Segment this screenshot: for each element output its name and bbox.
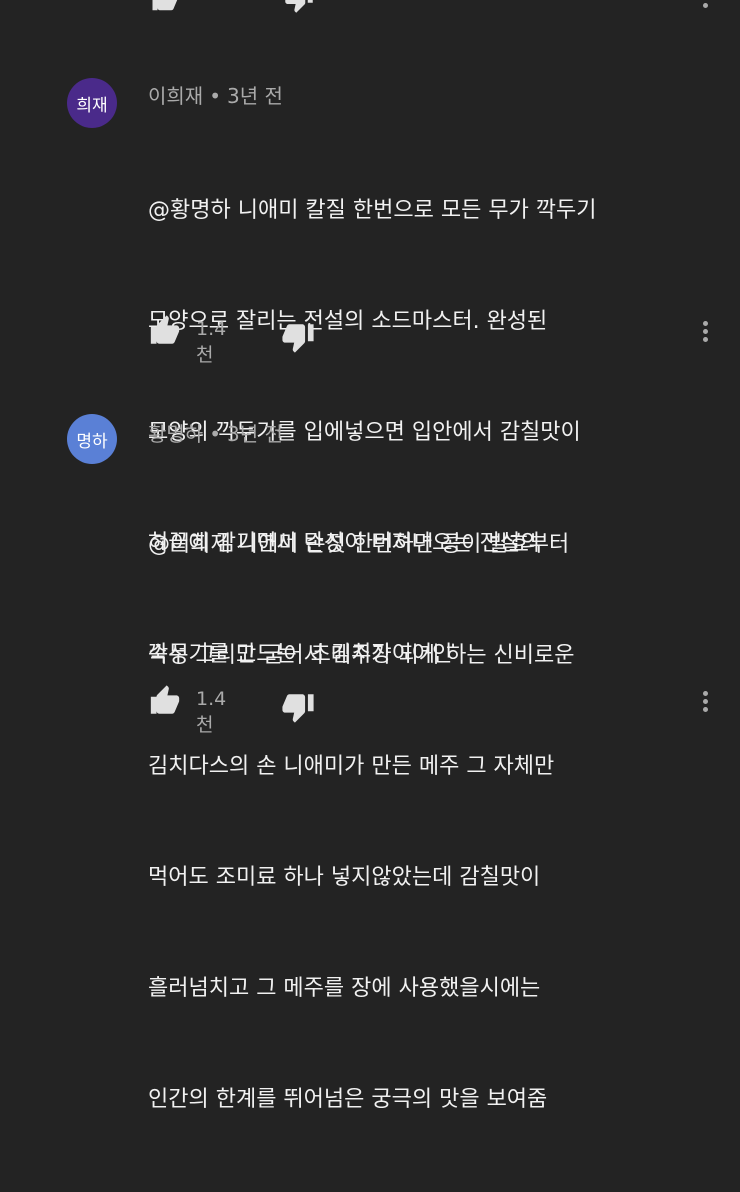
comment-meta: 이희재 • 3년 전 (148, 80, 283, 109)
meta-separator: • (209, 422, 221, 446)
more-vert-icon[interactable] (700, 688, 710, 718)
comment-meta: 황명하 • 3년 전 (148, 418, 283, 447)
comment-line: @이희재 니애미 손짓 한번하면 콩이 발효부터 (148, 532, 570, 557)
comment-line: 숙성 그리고 굳어서 메주가 되게 하는 신비로운 (148, 643, 575, 668)
comment-line: 흘러넘치고 그 메주를 장에 사용했을시에는 (148, 976, 541, 1001)
more-vert-icon[interactable] (700, 0, 710, 14)
comment-line: 김치다스의 손 니애미가 만든 메주 그 자체만 (148, 754, 555, 779)
comment-text: @이희재 니애미 손짓 한번하면 콩이 발효부터 숙성 그리고 굳어서 메주가 … (148, 452, 575, 1192)
previous-comment-actions (0, 0, 740, 14)
avatar[interactable]: 희재 (67, 78, 117, 128)
comment-line: 인간의 한계를 뛰어넘은 궁극의 맛을 보여줌 (148, 1087, 548, 1112)
thumb-down-icon[interactable] (282, 0, 316, 14)
comment-line: @황명하 니애미 칼질 한번으로 모든 무가 깍두기 (148, 198, 597, 223)
more-vert-icon[interactable] (700, 318, 710, 348)
like-count: 1.4천 (196, 318, 227, 366)
comment-line: 먹어도 조미료 하나 넣지않았는데 감칠맛이 (148, 865, 541, 890)
meta-separator: • (209, 84, 221, 108)
comment-time[interactable]: 3년 전 (227, 84, 283, 108)
thumb-down-icon[interactable] (281, 320, 315, 354)
comment-time[interactable]: 3년 전 (227, 422, 283, 446)
thumb-up-icon[interactable] (148, 0, 182, 14)
author-name[interactable]: 이희재 (148, 84, 203, 108)
thumb-up-icon[interactable] (148, 314, 182, 348)
like-count: 1.4천 (196, 688, 227, 736)
thumb-up-icon[interactable] (148, 684, 182, 718)
avatar[interactable]: 명하 (67, 414, 117, 464)
author-name[interactable]: 황명하 (148, 422, 203, 446)
thumb-down-icon[interactable] (281, 690, 315, 724)
